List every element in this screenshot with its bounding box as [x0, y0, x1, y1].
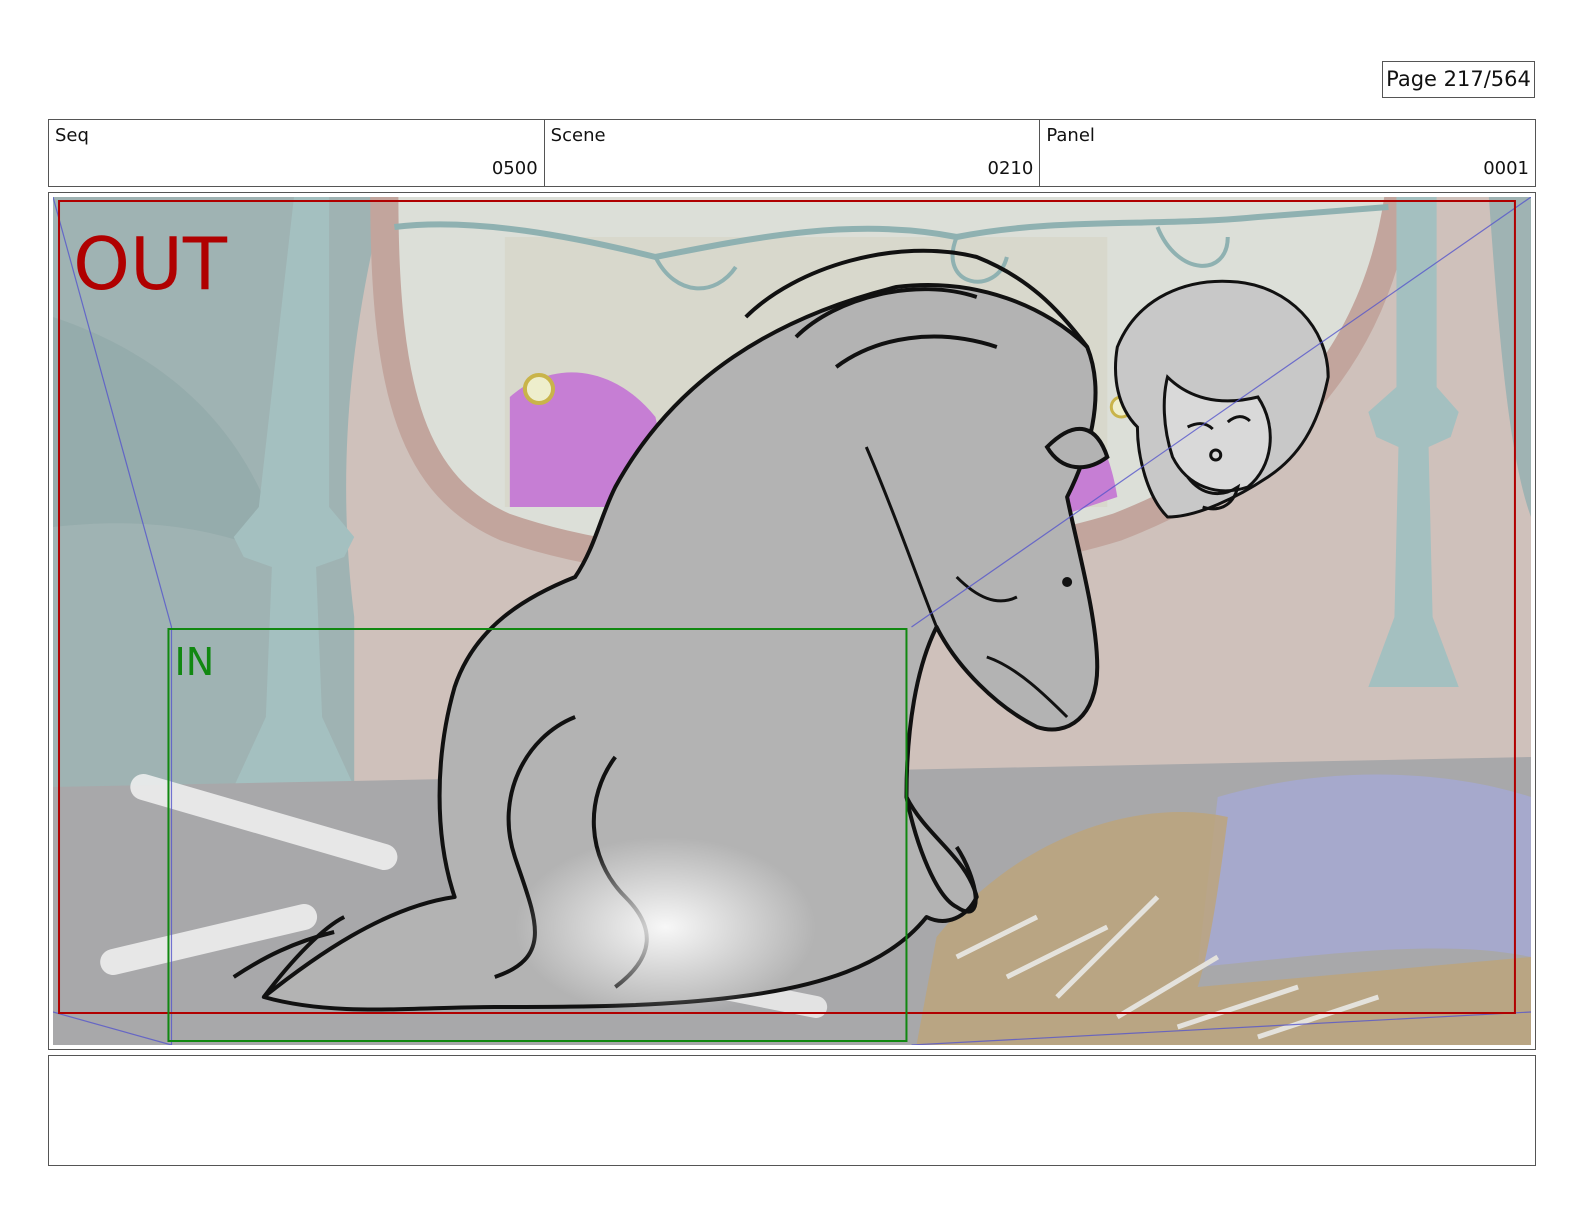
seq-label: Seq: [55, 125, 89, 146]
panel-notes[interactable]: [48, 1055, 1536, 1166]
panel-header: Seq 0500 Scene 0210 Panel 0001: [48, 119, 1536, 187]
out-frame-label: OUT: [73, 223, 228, 307]
storyboard-panel: OUT IN: [48, 192, 1536, 1050]
wall-lamp: [522, 373, 556, 405]
panel-value: 0001: [1483, 158, 1530, 179]
seq-value: 0500: [491, 158, 538, 179]
panel-cell: Panel 0001: [1040, 120, 1535, 186]
panel-label: Panel: [1046, 125, 1095, 146]
panel-artwork: OUT IN: [53, 197, 1531, 1045]
scene-cell: Scene 0210: [545, 120, 1041, 186]
page-number: Page 217/564: [1382, 61, 1535, 98]
scene-label: Scene: [550, 125, 606, 146]
in-frame-label: IN: [174, 640, 214, 684]
scene-value: 0210: [987, 158, 1034, 179]
light-glow: [514, 837, 817, 1017]
seq-cell: Seq 0500: [49, 120, 545, 186]
blanket: [1197, 774, 1531, 967]
horse-eye: [1062, 577, 1073, 587]
